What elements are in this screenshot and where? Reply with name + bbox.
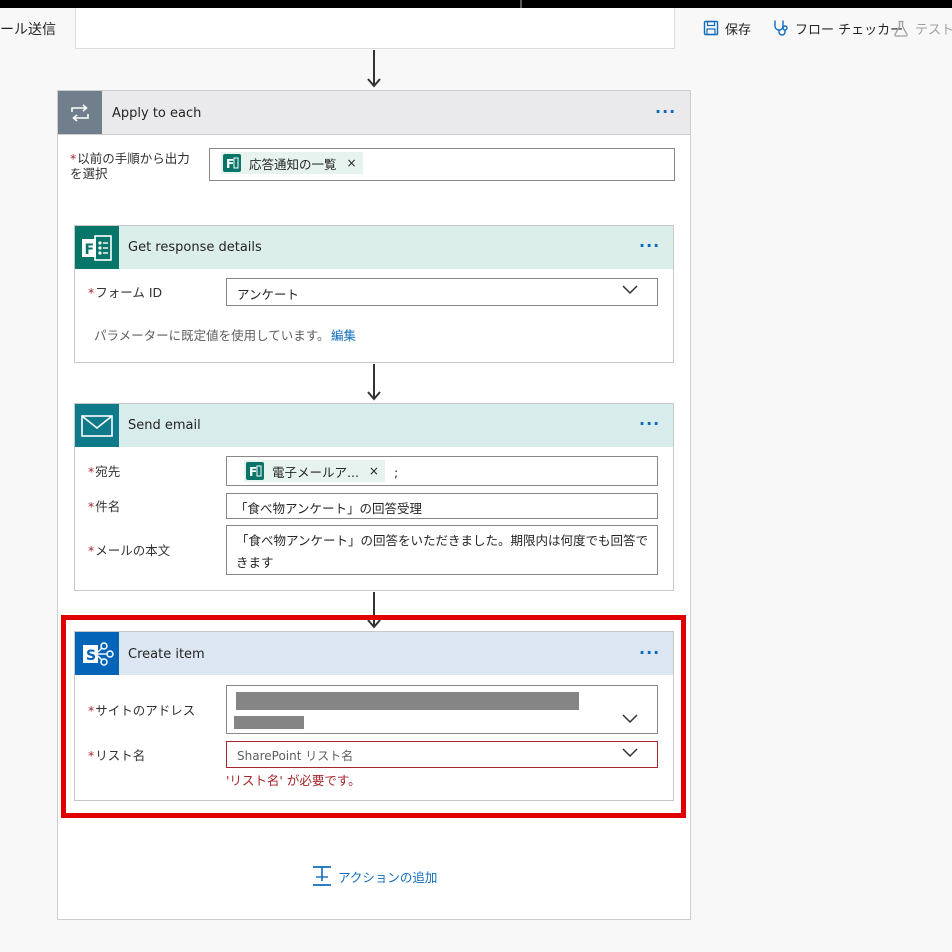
- get-response-more-menu[interactable]: ···: [639, 236, 660, 255]
- mail-icon: [75, 404, 119, 447]
- send-email-more-menu[interactable]: ···: [639, 414, 660, 433]
- apply-to-each-title: Apply to each: [112, 106, 202, 121]
- test-label: テスト: [915, 22, 952, 38]
- add-action-button[interactable]: アクションの追加: [312, 865, 437, 887]
- remove-token-button[interactable]: ×: [347, 156, 357, 170]
- top-bar: [0, 0, 952, 8]
- output-token-label: 応答通知の一覧: [249, 156, 337, 172]
- chevron-down-icon[interactable]: [622, 285, 638, 295]
- arrow-down-icon: [367, 78, 381, 88]
- remove-to-token-button[interactable]: ×: [369, 464, 379, 478]
- add-action-label: アクションの追加: [338, 869, 438, 885]
- get-response-title: Get response details: [128, 240, 262, 255]
- to-token-label: 電子メールア...: [272, 464, 359, 480]
- flow-checker-label: フロー チェッカー: [795, 22, 904, 38]
- body-label: *メールの本文: [88, 543, 171, 558]
- flow-title: ール送信: [0, 22, 56, 38]
- to-token[interactable]: F 電子メールア... ×: [244, 460, 385, 482]
- forms-icon: F: [246, 462, 264, 480]
- save-button[interactable]: 保存: [703, 18, 751, 38]
- subject-value: 「食べ物アンケート」の回答受理: [235, 501, 423, 516]
- flask-icon: [894, 20, 908, 37]
- default-params-note: パラメーターに既定値を使用しています。: [94, 328, 330, 343]
- svg-text:F: F: [249, 465, 257, 478]
- svg-text:F: F: [226, 157, 234, 170]
- flow-checker-button[interactable]: フロー チェッカー: [772, 18, 903, 38]
- form-id-value: アンケート: [237, 287, 300, 302]
- save-label: 保存: [725, 22, 752, 38]
- apply-more-menu[interactable]: ···: [655, 102, 676, 121]
- stethoscope-icon: [774, 20, 788, 36]
- body-value: 「食べ物アンケート」の回答をいただきました。期限内は何度でも回答できます: [236, 533, 649, 570]
- arrow-down-icon: [367, 391, 381, 401]
- test-button[interactable]: テスト: [893, 18, 952, 38]
- subject-label: *件名: [88, 499, 121, 514]
- forms-app-icon: F: [75, 226, 119, 269]
- to-label: *宛先: [88, 464, 121, 479]
- output-token[interactable]: F 応答通知の一覧 ×: [221, 152, 363, 174]
- to-separator: ;: [394, 465, 399, 480]
- edit-link[interactable]: 編集: [331, 325, 356, 344]
- form-id-label: *フォーム ID: [88, 285, 163, 300]
- loop-icon: [58, 91, 102, 134]
- save-icon: [703, 20, 719, 36]
- svg-text:F: F: [85, 242, 95, 258]
- select-output-label: *以前の手順から出力を選択: [70, 151, 190, 181]
- forms-icon: F: [223, 154, 241, 172]
- previous-action-card[interactable]: [75, 8, 675, 49]
- highlight-box: [61, 615, 686, 818]
- top-bar-divider: [520, 0, 522, 8]
- add-action-icon: [313, 866, 331, 886]
- send-email-title: Send email: [128, 418, 201, 433]
